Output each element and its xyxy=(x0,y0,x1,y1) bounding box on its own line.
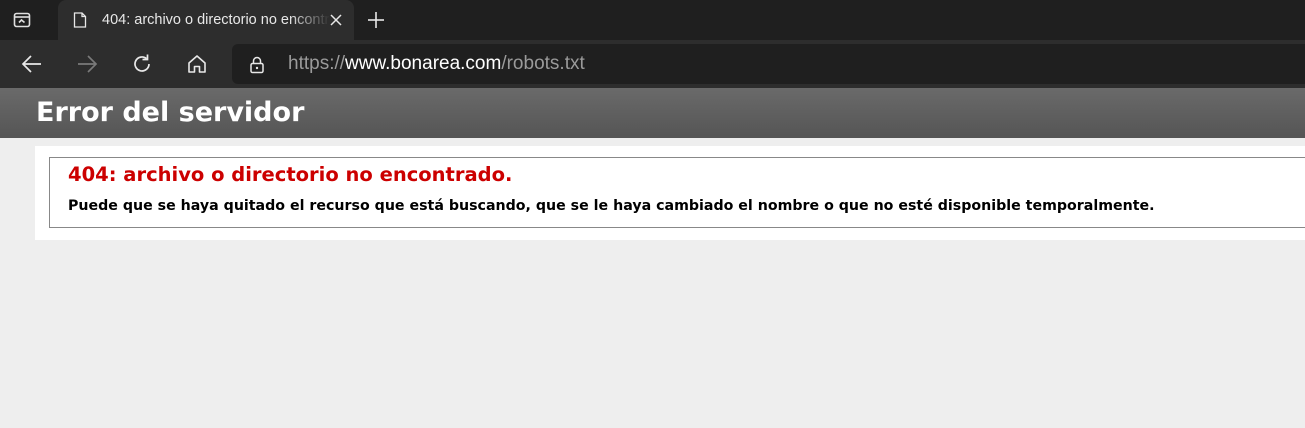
arrow-right-icon[interactable] xyxy=(75,52,99,76)
address-url[interactable]: https://www.bonarea.com/robots.txt xyxy=(288,53,585,75)
browser-toolbar: https://www.bonarea.com/robots.txt xyxy=(0,40,1305,88)
refresh-icon[interactable] xyxy=(130,52,154,76)
tab-title: 404: archivo o directorio no encontrado. xyxy=(102,12,330,28)
page-title: Error del servidor xyxy=(36,97,305,128)
url-path: /robots.txt xyxy=(501,53,585,74)
close-icon[interactable] xyxy=(326,10,346,30)
content-panel: 404: archivo o directorio no encontrado.… xyxy=(35,146,1305,240)
active-tab[interactable]: 404: archivo o directorio no encontrado. xyxy=(58,0,354,40)
error-title: 404: archivo o directorio no encontrado. xyxy=(68,163,513,186)
home-icon[interactable] xyxy=(185,52,209,76)
arrow-left-icon[interactable] xyxy=(20,52,44,76)
page-header: Error del servidor xyxy=(0,88,1305,138)
error-description: Puede que se haya quitado el recurso que… xyxy=(68,198,1155,214)
plus-icon[interactable] xyxy=(364,8,388,32)
address-bar[interactable]: https://www.bonarea.com/robots.txt xyxy=(232,44,1305,84)
tab-strip: 404: archivo o directorio no encontrado. xyxy=(0,0,1305,40)
url-host: www.bonarea.com xyxy=(345,53,502,74)
lock-icon[interactable] xyxy=(248,56,266,74)
error-fieldset: 404: archivo o directorio no encontrado.… xyxy=(49,157,1305,228)
tab-actions-icon[interactable] xyxy=(10,8,34,32)
page-icon xyxy=(72,12,88,28)
url-scheme: https:// xyxy=(288,53,346,74)
